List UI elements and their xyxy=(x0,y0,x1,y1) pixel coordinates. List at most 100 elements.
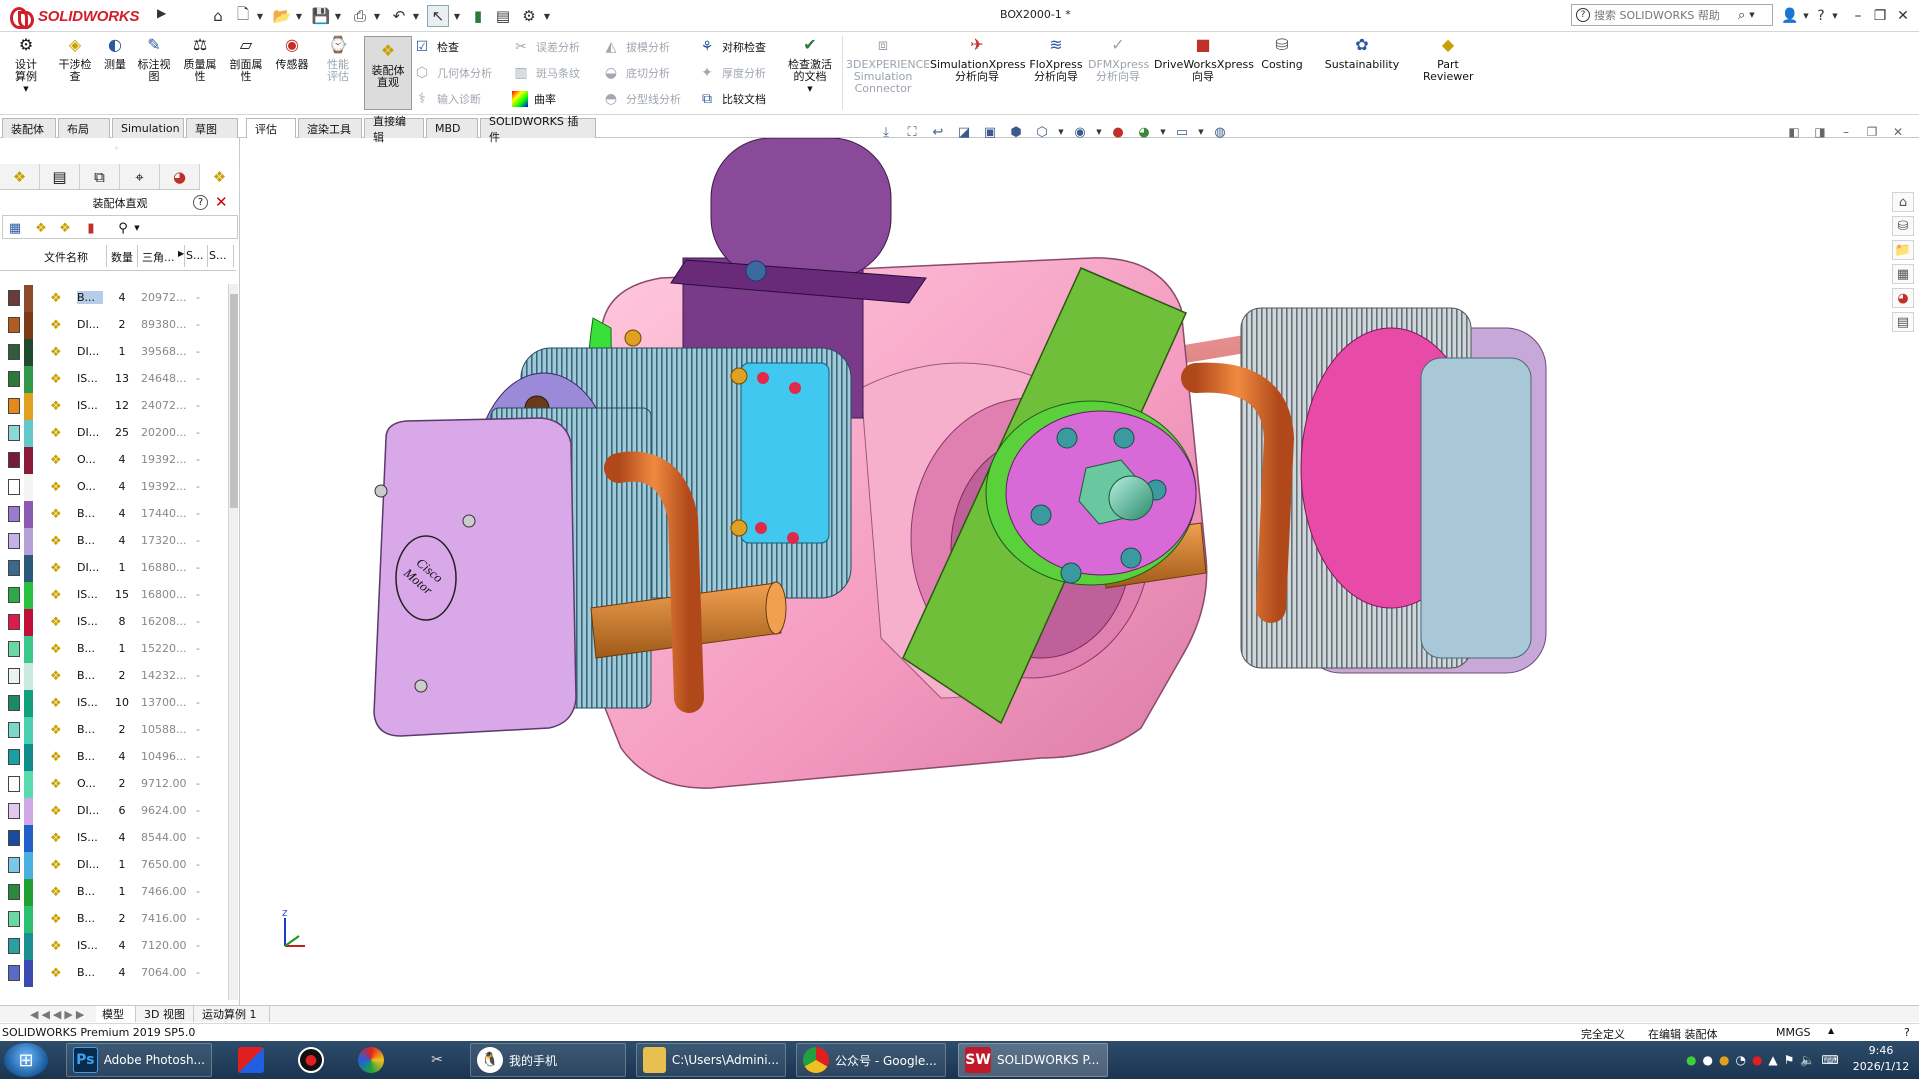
color-swatch[interactable] xyxy=(8,695,20,711)
component-row[interactable]: ❖ B... 2 7416.00- xyxy=(0,906,228,933)
restore-icon[interactable]: ❐ xyxy=(1870,5,1890,27)
tab-3d-views[interactable]: 3D 视图 xyxy=(138,1006,194,1022)
sensor-button[interactable]: ◉ 传感器 xyxy=(271,34,313,71)
taskbar-my-phone[interactable]: 🐧 我的手机 xyxy=(470,1043,626,1077)
component-row[interactable]: ❖ B... 4 17440... - xyxy=(0,501,228,528)
tab-solidworks-addins[interactable]: SOLIDWORKS 插件 xyxy=(480,115,596,144)
custom-properties-icon[interactable]: ▤ xyxy=(1892,312,1914,332)
color-swatch[interactable] xyxy=(8,803,20,819)
taskbar-photoshop[interactable]: Ps Adobe Photosh... xyxy=(66,1043,212,1077)
symmetry-check-button[interactable]: ⚘ 对称检查 xyxy=(698,37,766,57)
tab-evaluate[interactable]: 评估 xyxy=(246,118,296,138)
file-properties-icon[interactable]: ▤ xyxy=(492,5,514,27)
options-dropdown-icon[interactable]: ▼ xyxy=(542,5,552,27)
import-diagnostics-button[interactable]: ⚕ 输入诊断 xyxy=(413,89,481,109)
sort-bars-icon[interactable]: ▦ xyxy=(5,218,25,238)
compare-documents-button[interactable]: ⧉ 比较文档 xyxy=(698,89,766,109)
mass-properties-button[interactable]: ⚖ 质量属性 xyxy=(180,34,220,83)
volume-icon[interactable]: 🔈 xyxy=(1800,1053,1815,1067)
open-dropdown-icon[interactable]: ▼ xyxy=(294,5,304,27)
component-row[interactable]: ❖ B... 2 10588... - xyxy=(0,717,228,744)
recorder-tray-icon[interactable]: ● xyxy=(1752,1053,1762,1067)
assembly-visualization-button[interactable]: ❖ 装配体直观 xyxy=(364,36,412,110)
print-icon[interactable]: ⎙ xyxy=(349,5,371,27)
file-explorer-icon[interactable]: 📁 xyxy=(1892,240,1914,260)
engine-mount-top[interactable] xyxy=(710,137,892,279)
undo-dropdown-icon[interactable]: ▼ xyxy=(411,5,421,27)
assembly-visualization-tab-icon[interactable]: ❖ xyxy=(200,164,240,190)
color-swatch[interactable] xyxy=(8,344,20,360)
component-row[interactable]: ❖ B... 1 15220... - xyxy=(0,636,228,663)
panel-grip-icon[interactable]: ◦ xyxy=(114,144,119,153)
open-icon[interactable]: 📂 xyxy=(271,5,293,27)
design-library-icon[interactable]: ⛁ xyxy=(1892,216,1914,236)
start-button[interactable]: ⊞ xyxy=(4,1043,48,1077)
component-row[interactable]: ❖ B... 2 14232... - xyxy=(0,663,228,690)
thickness-analysis-button[interactable]: ✦ 厚度分析 xyxy=(698,63,766,83)
driveworksxpress-button[interactable]: ■ DriveWorksXpress 向导 xyxy=(1154,34,1254,83)
group-parts-icon[interactable]: ❖ xyxy=(31,218,51,238)
color-swatch[interactable] xyxy=(8,479,20,495)
col-divider[interactable] xyxy=(233,245,234,267)
units-dropdown-icon[interactable]: ▲ xyxy=(1828,1026,1834,1035)
right-cylinder-back[interactable] xyxy=(1420,357,1532,659)
component-row[interactable]: ❖ O... 4 19392... - xyxy=(0,474,228,501)
component-row[interactable]: ❖ DI... 2 89380... - xyxy=(0,312,228,339)
col-s1[interactable]: S... xyxy=(186,249,206,262)
component-row[interactable]: ❖ B... 1 7466.00- xyxy=(0,879,228,906)
list-scroll-thumb[interactable] xyxy=(230,294,238,508)
col-file-name[interactable]: 文件名称 xyxy=(44,249,90,265)
document-close-icon[interactable]: ✕ xyxy=(1890,124,1906,140)
component-row[interactable]: ❖ IS... 4 7120.00- xyxy=(0,933,228,960)
flat-nested-icon[interactable]: ❖ xyxy=(55,218,75,238)
performance-evaluation-button[interactable]: ⌚ 性能评估 xyxy=(318,34,358,83)
costing-button[interactable]: ⛁ Costing xyxy=(1258,34,1306,71)
check-button[interactable]: ☑ 检查 xyxy=(413,37,459,57)
col-divider[interactable] xyxy=(184,245,185,267)
wechat-tray-icon[interactable]: ● xyxy=(1686,1053,1696,1067)
appearances-icon[interactable]: ◕ xyxy=(1892,288,1914,308)
col-s2[interactable]: S... xyxy=(209,249,231,262)
qq-tray-icon[interactable]: ● xyxy=(1702,1053,1712,1067)
component-row[interactable]: ❖ DI... 1 16880... - xyxy=(0,555,228,582)
close-icon[interactable]: ✕ xyxy=(1893,5,1913,27)
component-row[interactable]: ❖ IS... 10 13700... - xyxy=(0,690,228,717)
tab-direct-edit[interactable]: 直接编辑 xyxy=(364,115,424,144)
component-row[interactable]: ❖ B... 4 17320... - xyxy=(0,528,228,555)
color-swatch[interactable] xyxy=(8,398,20,414)
taskbar-explorer[interactable]: C:\Users\Admini... xyxy=(636,1043,786,1077)
taskbar-color-app[interactable] xyxy=(352,1043,392,1077)
color-swatch[interactable] xyxy=(8,641,20,657)
curvature-button[interactable]: 曲率 xyxy=(512,89,556,109)
propertymanager-tab-icon[interactable]: ▤ xyxy=(40,164,80,190)
assembly-model[interactable]: Cisco Motor xyxy=(241,137,1891,1005)
taskbar-app-tiles[interactable] xyxy=(232,1043,272,1077)
component-row[interactable]: ❖ DI... 25 20200... - xyxy=(0,420,228,447)
featuremanager-tab-icon[interactable]: ❖ xyxy=(0,164,40,190)
parting-line-analysis-button[interactable]: ◓ 分型线分析 xyxy=(602,89,681,109)
color-swatch[interactable] xyxy=(8,560,20,576)
simulationxpress-button[interactable]: ✈ SimulationXpress 分析向导 xyxy=(930,34,1026,83)
component-row[interactable]: ❖ IS... 13 24648... - xyxy=(0,366,228,393)
filter-dropdown-icon[interactable]: ▼ xyxy=(127,218,147,238)
graphics-area[interactable]: Cisco Motor xyxy=(241,137,1891,1005)
color-swatch[interactable] xyxy=(8,857,20,873)
col-divider[interactable] xyxy=(207,245,208,267)
tab-sketch[interactable]: 草图 xyxy=(186,118,238,138)
help-dropdown-icon[interactable]: ▼ xyxy=(1830,5,1840,27)
panel-help-icon[interactable]: ? xyxy=(193,195,208,210)
options-gear-icon[interactable]: ⚙ xyxy=(518,5,540,27)
new-dropdown-icon[interactable]: ▼ xyxy=(255,5,265,27)
select-cursor-icon[interactable]: ↖ xyxy=(427,5,449,27)
sustainability-button[interactable]: ✿ Sustainability xyxy=(1322,34,1402,71)
col-quantity[interactable]: 数量 xyxy=(111,249,135,265)
col-triangles[interactable]: 三角... xyxy=(142,249,178,265)
home-icon[interactable]: ⌂ xyxy=(207,5,229,27)
tab-assembly[interactable]: 装配体 xyxy=(2,118,56,138)
select-dropdown-icon[interactable]: ▼ xyxy=(452,5,462,27)
save-dropdown-icon[interactable]: ▼ xyxy=(333,5,343,27)
geometry-analysis-button[interactable]: ⬡ 几何体分析 xyxy=(413,63,492,83)
flag-tray-icon[interactable]: ⚑ xyxy=(1784,1053,1795,1067)
new-document-icon[interactable]: 🗋 xyxy=(232,5,254,27)
minimize-icon[interactable]: – xyxy=(1848,5,1868,27)
